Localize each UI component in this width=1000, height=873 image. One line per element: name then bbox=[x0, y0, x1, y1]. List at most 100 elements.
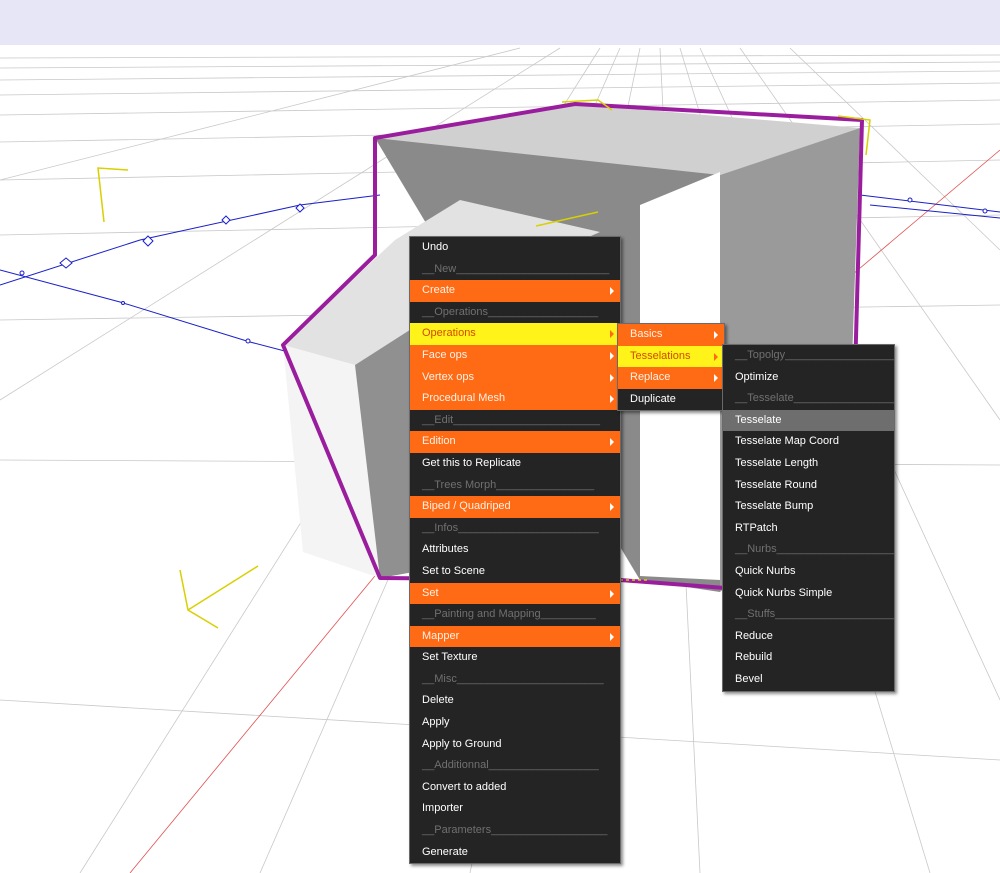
menu-item-label: Create bbox=[422, 284, 456, 297]
menu-item-label: Apply to Ground bbox=[422, 737, 502, 750]
menu-item-bevel[interactable]: Bevel bbox=[723, 669, 894, 691]
menu-item-apply-to-ground[interactable]: Apply to Ground bbox=[410, 734, 620, 756]
menu-item-label: Mapper bbox=[422, 629, 460, 642]
menu-item-label: __Parameters___________________ bbox=[422, 824, 608, 837]
menu-item-label: Quick Nurbs bbox=[735, 564, 796, 577]
menu-item-label: Tesselate bbox=[735, 413, 782, 426]
submenu-arrow-icon bbox=[610, 373, 614, 382]
menu-separator-painting-and-mapping: __Painting and Mapping_________ bbox=[410, 604, 620, 626]
menu-item-label: Tesselate Round bbox=[735, 478, 817, 491]
menu-separator-nurbs: __Nurbs____________________ bbox=[723, 539, 894, 561]
menu-item-label: __Edit________________________ bbox=[422, 413, 601, 426]
submenu-arrow-icon bbox=[610, 632, 614, 641]
menu-item-duplicate[interactable]: Duplicate bbox=[618, 389, 724, 411]
menu-item-basics[interactable]: Basics bbox=[618, 324, 724, 346]
menu-separator-new: __New_________________________ bbox=[410, 259, 620, 281]
menu-item-attributes[interactable]: Attributes bbox=[410, 539, 620, 561]
menu-item-label: Operations bbox=[422, 327, 476, 340]
menu-item-get-this-to-replicate[interactable]: Get this to Replicate bbox=[410, 453, 620, 475]
menu-item-label: RTPatch bbox=[735, 521, 778, 534]
menu-item-optimize[interactable]: Optimize bbox=[723, 367, 894, 389]
menu-item-label: Basics bbox=[630, 328, 663, 340]
submenu-arrow-icon bbox=[714, 352, 718, 361]
menu-item-procedural-mesh[interactable]: Procedural Mesh bbox=[410, 388, 620, 410]
menu-separator-edit: __Edit________________________ bbox=[410, 410, 620, 432]
submenu-arrow-icon bbox=[610, 438, 614, 447]
menu-item-label: Apply bbox=[422, 716, 450, 729]
menu-item-label: __Topolgy__________________ bbox=[735, 349, 894, 361]
menu-item-tesselations[interactable]: Tesselations bbox=[618, 345, 724, 368]
menu-item-rtpatch[interactable]: RTPatch bbox=[723, 518, 894, 540]
menu-item-vertex-ops[interactable]: Vertex ops bbox=[410, 366, 620, 389]
menu-item-label: Face ops bbox=[422, 348, 468, 361]
menu-item-label: Undo bbox=[422, 241, 449, 253]
menu-item-generate[interactable]: Generate bbox=[410, 842, 620, 864]
menu-item-undo[interactable]: Undo bbox=[410, 237, 620, 259]
menu-item-create[interactable]: Create bbox=[410, 280, 620, 302]
menu-item-label: Generate bbox=[422, 845, 468, 858]
menu-item-label: Optimize bbox=[735, 370, 779, 383]
menu-separator-operations: __Operations__________________ bbox=[410, 302, 620, 324]
menu-item-label: Procedural Mesh bbox=[422, 392, 506, 405]
menu-item-label: __New_________________________ bbox=[422, 262, 610, 275]
submenu-arrow-icon bbox=[610, 330, 614, 339]
menu-item-label: Bevel bbox=[735, 672, 763, 685]
menu-item-delete[interactable]: Delete bbox=[410, 690, 620, 712]
menu-item-label: Quick Nurbs Simple bbox=[735, 586, 833, 599]
menu-item-label: Set bbox=[422, 586, 439, 599]
menu-item-label: Tesselate Map Coord bbox=[735, 435, 839, 448]
menu-item-apply[interactable]: Apply bbox=[410, 712, 620, 734]
menu-item-biped-quadriped[interactable]: Biped / Quadriped bbox=[410, 496, 620, 518]
menu-item-label: Reduce bbox=[735, 629, 773, 642]
menu-item-label: Tesselate Length bbox=[735, 456, 819, 469]
menu-item-label: Get this to Replicate bbox=[422, 456, 522, 469]
menu-item-tesselate-map-coord[interactable]: Tesselate Map Coord bbox=[723, 431, 894, 453]
menu-item-label: __Infos_______________________ bbox=[422, 521, 599, 534]
viewport-background bbox=[0, 0, 1000, 45]
menu-item-label: Replace bbox=[630, 371, 671, 384]
menu-separator-parameters: __Parameters___________________ bbox=[410, 820, 620, 842]
menu-item-rebuild[interactable]: Rebuild bbox=[723, 647, 894, 669]
menu-item-label: __Nurbs____________________ bbox=[735, 543, 894, 556]
menu-item-quick-nurbs[interactable]: Quick Nurbs bbox=[723, 561, 894, 583]
menu-item-replace[interactable]: Replace bbox=[618, 367, 724, 389]
menu-item-set-to-scene[interactable]: Set to Scene bbox=[410, 561, 620, 583]
menu-item-label: Attributes bbox=[422, 543, 469, 556]
submenu-arrow-icon bbox=[714, 374, 718, 383]
menu-separator-misc: __Misc________________________ bbox=[410, 669, 620, 691]
menu-separator-infos: __Infos_______________________ bbox=[410, 518, 620, 540]
menu-item-label: __Tesselate_________________ bbox=[735, 392, 894, 405]
tesselations-submenu: __Topolgy__________________ Optimize __Tes… bbox=[722, 344, 895, 692]
menu-item-edition[interactable]: Edition bbox=[410, 431, 620, 453]
submenu-arrow-icon bbox=[610, 351, 614, 360]
context-menu: Undo __New_________________________ Create… bbox=[409, 236, 621, 865]
menu-item-importer[interactable]: Importer bbox=[410, 798, 620, 820]
menu-item-label: __Additionnal__________________ bbox=[422, 759, 599, 772]
menu-item-set-texture[interactable]: Set Texture bbox=[410, 647, 620, 669]
menu-item-label: Importer bbox=[422, 802, 463, 815]
menu-item-set[interactable]: Set bbox=[410, 582, 620, 605]
menu-item-label: Biped / Quadriped bbox=[422, 500, 511, 513]
menu-item-quick-nurbs-simple[interactable]: Quick Nurbs Simple bbox=[723, 583, 894, 605]
menu-item-mapper[interactable]: Mapper bbox=[410, 625, 620, 648]
menu-item-label: Convert to added bbox=[422, 780, 507, 793]
menu-item-tesselate-round[interactable]: Tesselate Round bbox=[723, 475, 894, 497]
menu-item-label: __Misc________________________ bbox=[422, 672, 604, 685]
menu-item-operations[interactable]: Operations bbox=[410, 323, 620, 345]
menu-item-reduce[interactable]: Reduce bbox=[723, 626, 894, 648]
menu-item-face-ops[interactable]: Face ops bbox=[410, 344, 620, 367]
submenu-arrow-icon bbox=[714, 331, 718, 339]
menu-item-tesselate-bump[interactable]: Tesselate Bump bbox=[723, 496, 894, 518]
menu-item-label: Delete bbox=[422, 694, 454, 707]
operations-submenu: Basics Tesselations Replace Duplicate bbox=[617, 323, 725, 412]
menu-item-label: Tesselate Bump bbox=[735, 500, 814, 513]
menu-item-label: __Trees Morph________________ bbox=[422, 478, 595, 491]
menu-separator-stuffs: __Stuffs____________________ bbox=[723, 604, 894, 626]
menu-separator-trees-morph: __Trees Morph________________ bbox=[410, 475, 620, 497]
menu-item-tesselate-length[interactable]: Tesselate Length bbox=[723, 453, 894, 475]
menu-item-convert-to-added[interactable]: Convert to added bbox=[410, 777, 620, 799]
menu-separator-topolgy: __Topolgy__________________ bbox=[723, 345, 894, 367]
menu-item-label: Vertex ops bbox=[422, 370, 474, 383]
menu-item-label: Tesselations bbox=[630, 349, 691, 362]
menu-item-tesselate[interactable]: Tesselate bbox=[723, 409, 894, 432]
